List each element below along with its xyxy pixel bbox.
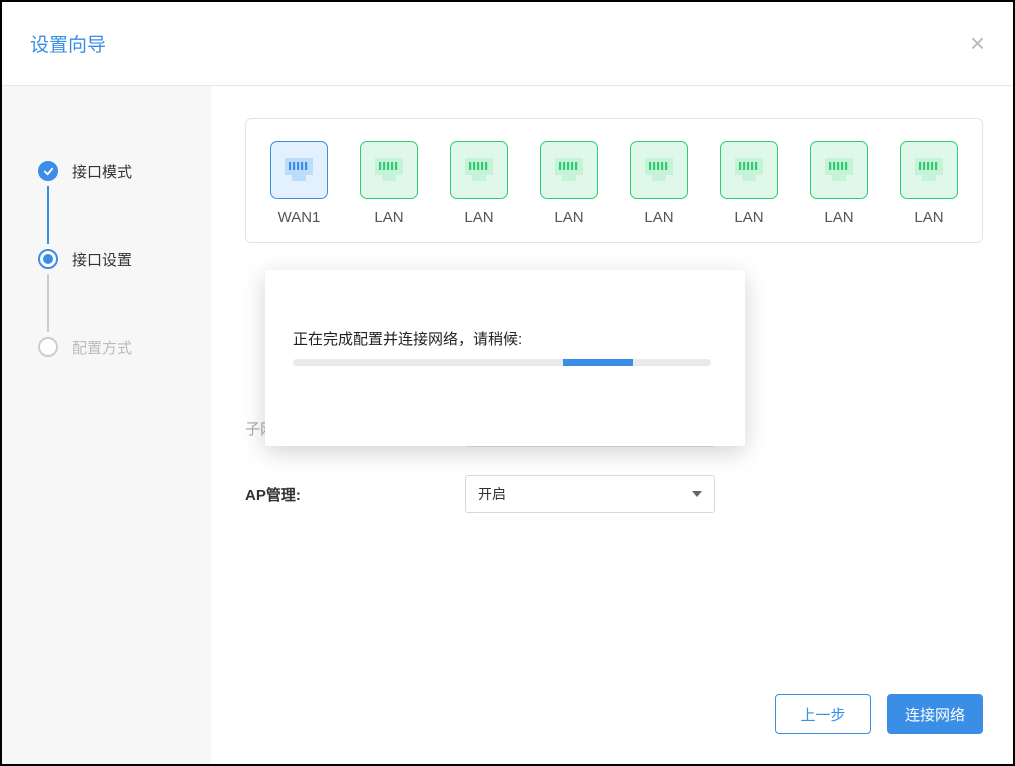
port-lan[interactable]: LAN — [354, 141, 424, 226]
select-value: 开启 — [478, 484, 506, 504]
step-label: 配置方式 — [72, 337, 132, 358]
port-lan[interactable]: LAN — [444, 141, 514, 226]
step-interface-mode[interactable]: 接口模式 — [38, 156, 211, 186]
port-lan[interactable]: LAN — [714, 141, 784, 226]
ap-management-select[interactable]: 开启 — [465, 475, 715, 513]
step-pending-icon — [38, 337, 58, 357]
ethernet-port-icon — [900, 141, 958, 199]
step-connector — [47, 274, 49, 332]
ethernet-port-icon — [270, 141, 328, 199]
ap-management-label: AP管理: — [245, 484, 465, 505]
port-label: LAN — [554, 209, 583, 226]
form-row-ap-management: AP管理: 开启 — [245, 475, 983, 513]
port-lan[interactable]: LAN — [534, 141, 604, 226]
chevron-down-icon — [692, 491, 702, 497]
progress-modal: 正在完成配置并连接网络，请稍候: — [265, 270, 745, 446]
port-wan1[interactable]: WAN1 — [264, 141, 334, 226]
dialog-title: 设置向导 — [30, 30, 106, 57]
step-interface-settings[interactable]: 接口设置 — [38, 244, 211, 274]
dialog-header: 设置向导 × — [2, 2, 1013, 86]
ethernet-port-icon — [720, 141, 778, 199]
step-label: 接口设置 — [72, 249, 132, 270]
connect-network-button[interactable]: 连接网络 — [887, 694, 983, 734]
port-label: LAN — [374, 209, 403, 226]
progress-track — [293, 359, 711, 366]
ethernet-port-icon — [360, 141, 418, 199]
ethernet-port-icon — [630, 141, 688, 199]
step-label: 接口模式 — [72, 161, 132, 182]
progress-bar — [563, 359, 633, 366]
step-current-icon — [38, 249, 58, 269]
step-config-method[interactable]: 配置方式 — [38, 332, 211, 362]
port-label: LAN — [824, 209, 853, 226]
port-label: LAN — [734, 209, 763, 226]
step-done-icon — [38, 161, 58, 181]
port-label: LAN — [644, 209, 673, 226]
close-icon[interactable]: × — [970, 28, 985, 59]
previous-button[interactable]: 上一步 — [775, 694, 871, 734]
wizard-footer: 上一步 连接网络 — [245, 694, 983, 740]
port-lan[interactable]: LAN — [894, 141, 964, 226]
ports-card: WAN1 LAN LAN LAN — [245, 118, 983, 243]
ethernet-port-icon — [540, 141, 598, 199]
port-lan[interactable]: LAN — [624, 141, 694, 226]
ethernet-port-icon — [450, 141, 508, 199]
port-lan[interactable]: LAN — [804, 141, 874, 226]
port-label: LAN — [914, 209, 943, 226]
wizard-steps-sidebar: 接口模式 接口设置 配置方式 — [2, 86, 211, 764]
step-connector — [47, 186, 49, 244]
ethernet-port-icon — [810, 141, 868, 199]
port-label: WAN1 — [278, 209, 321, 226]
port-label: LAN — [464, 209, 493, 226]
progress-message: 正在完成配置并连接网络，请稍候: — [293, 328, 717, 349]
